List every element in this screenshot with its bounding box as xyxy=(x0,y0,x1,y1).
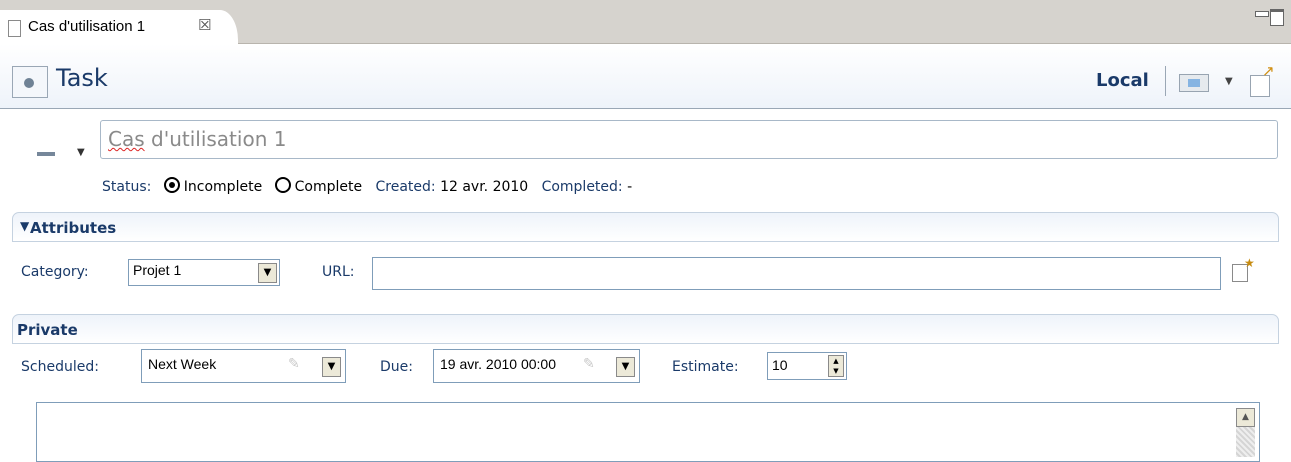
task-icon-dot xyxy=(24,78,34,88)
expand-triangle-icon[interactable]: ▼ xyxy=(20,219,29,233)
priority-dropdown-icon[interactable]: ▼ xyxy=(77,147,85,158)
due-dropdown-button[interactable]: ▼ xyxy=(616,357,635,377)
page-title: Task xyxy=(56,64,108,92)
completed-label: Completed: xyxy=(541,179,623,195)
radio-complete[interactable] xyxy=(274,177,291,193)
radio-incomplete[interactable] xyxy=(163,177,180,193)
category-value[interactable]: Projet 1 xyxy=(133,262,181,278)
radio-complete-label[interactable]: Complete xyxy=(295,179,362,195)
category-dropdown-button[interactable]: ▼ xyxy=(258,263,277,283)
eraser-icon[interactable]: ✎ xyxy=(288,356,300,372)
url-input[interactable] xyxy=(372,257,1221,290)
document-icon xyxy=(8,20,21,37)
scheduled-dropdown-button[interactable]: ▼ xyxy=(322,357,341,377)
export-arrow-icon: ↗ xyxy=(1262,62,1275,80)
category-label: Category: xyxy=(21,264,89,280)
summary-text-misspelled: Cas xyxy=(108,127,145,151)
due-label: Due: xyxy=(380,359,413,375)
private-section-header[interactable]: Private xyxy=(12,314,1279,344)
scheduled-label: Scheduled: xyxy=(21,359,99,375)
scheduled-value[interactable]: Next Week xyxy=(148,356,216,372)
eraser-icon[interactable]: ✎ xyxy=(583,356,595,372)
open-url-icon-mark: ★ xyxy=(1244,256,1255,270)
calendar-icon-grid xyxy=(1188,79,1200,87)
summary-input[interactable]: Cas d'utilisation 1 xyxy=(100,120,1278,159)
editor-tab-title[interactable]: Cas d'utilisation 1 xyxy=(28,18,145,35)
status-row: Status: Incomplete Complete Created: 12 … xyxy=(102,177,632,195)
status-label: Status: xyxy=(102,179,152,195)
close-icon[interactable]: ☒ xyxy=(198,16,211,34)
repository-label: Local xyxy=(1096,70,1149,91)
estimate-value[interactable]: 10 xyxy=(772,357,788,373)
header-divider xyxy=(0,108,1291,109)
created-label: Created: xyxy=(375,179,436,195)
attributes-section-header[interactable]: Attributes xyxy=(12,212,1279,242)
priority-icon[interactable] xyxy=(37,152,55,156)
maximize-button[interactable] xyxy=(1270,9,1284,26)
estimate-label: Estimate: xyxy=(672,359,739,375)
scroll-up-button[interactable]: ▲ xyxy=(1236,408,1255,427)
created-value: 12 avr. 2010 xyxy=(440,179,529,195)
completed-value: - xyxy=(627,179,633,195)
notes-textarea[interactable] xyxy=(36,402,1260,462)
estimate-spinner[interactable]: ▲ ▼ xyxy=(828,355,844,377)
header-separator xyxy=(1165,66,1166,96)
summary-text: d'utilisation 1 xyxy=(144,127,287,151)
minimize-button[interactable] xyxy=(1255,11,1269,17)
private-section-title: Private xyxy=(17,321,78,339)
chevron-down-icon[interactable]: ▼ xyxy=(1225,76,1233,87)
attributes-section-title: Attributes xyxy=(30,219,117,237)
radio-incomplete-label[interactable]: Incomplete xyxy=(184,179,262,195)
url-label: URL: xyxy=(322,264,355,280)
due-value[interactable]: 19 avr. 2010 00:00 xyxy=(440,356,580,372)
scrollbar-track[interactable] xyxy=(1236,427,1255,457)
